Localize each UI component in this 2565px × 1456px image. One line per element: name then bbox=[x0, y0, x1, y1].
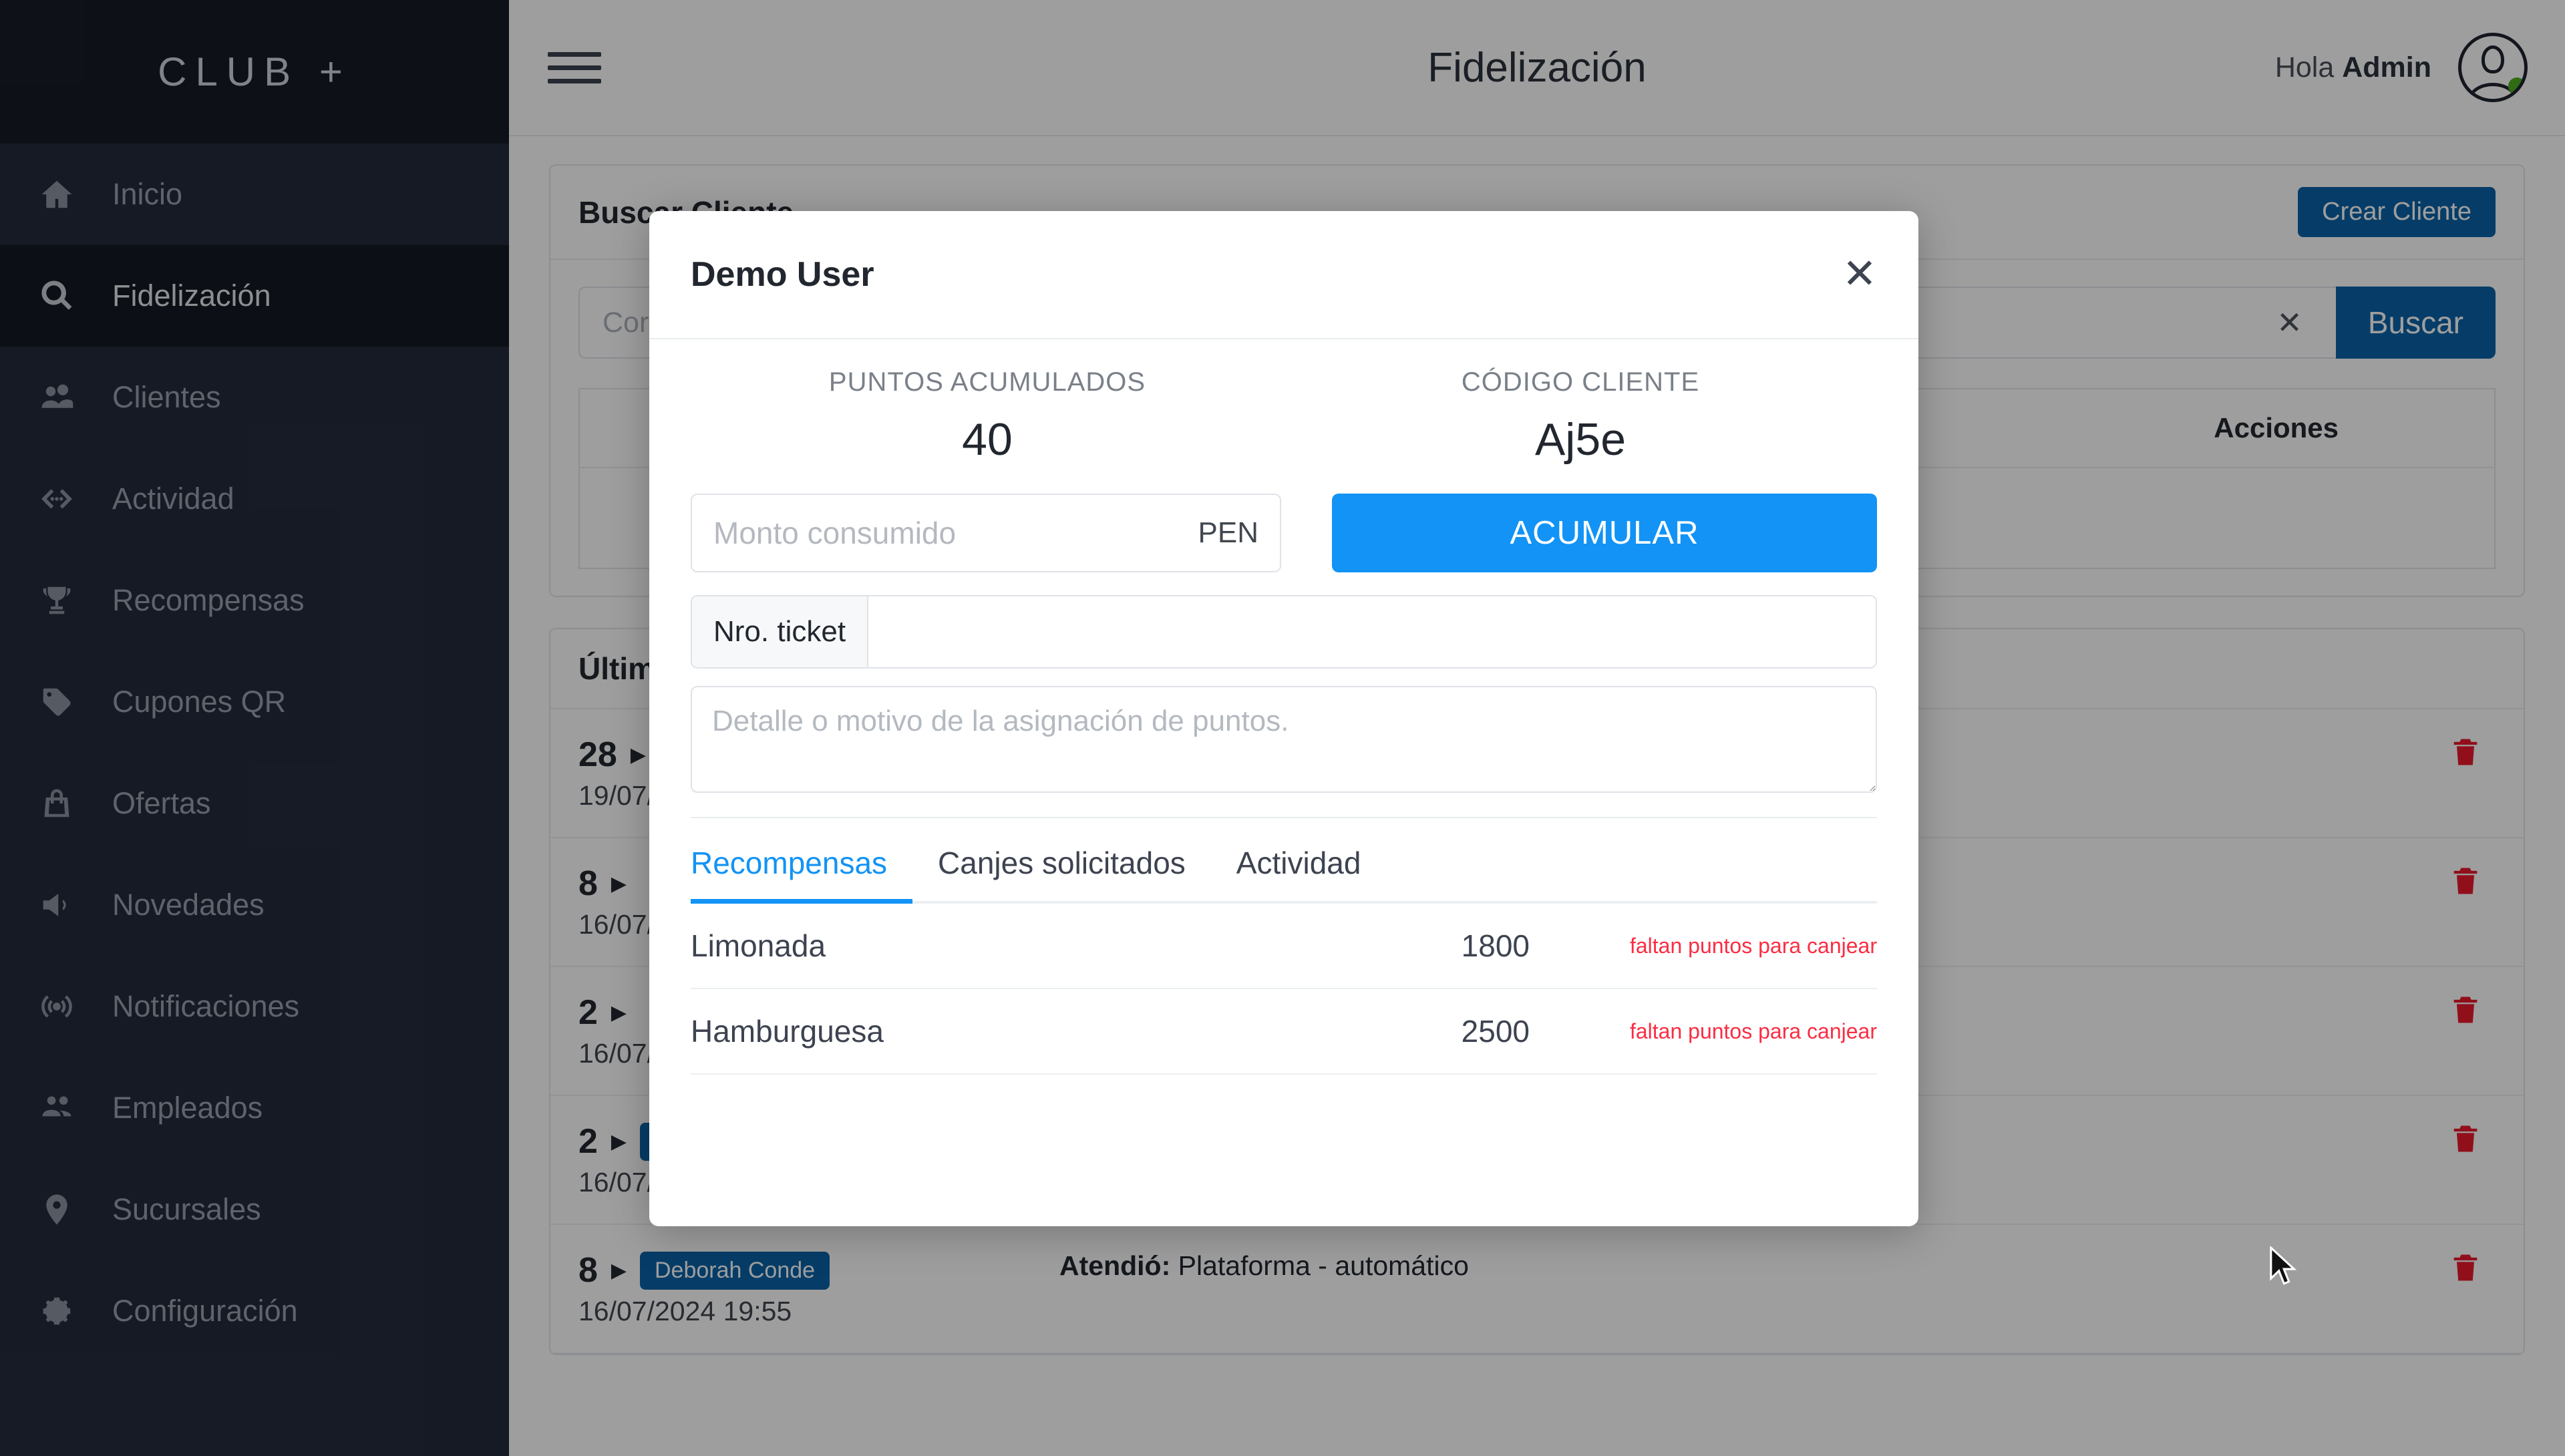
app-root: CLUB + Inicio Fidelización Clientes Acti… bbox=[0, 0, 2565, 1456]
tab-actividad[interactable]: Actividad bbox=[1211, 845, 1387, 901]
client-detail-modal: Demo User ✕ PUNTOS ACUMULADOS 40 CÓDIGO … bbox=[649, 211, 1918, 1226]
rewards-list: Limonada 1800 faltan puntos para canjear… bbox=[691, 904, 1877, 1075]
reward-points: 2500 bbox=[1461, 1014, 1530, 1049]
ticket-input[interactable] bbox=[868, 596, 1876, 667]
tab-recompensas[interactable]: Recompensas bbox=[691, 845, 913, 904]
amount-input[interactable] bbox=[713, 515, 1185, 551]
detail-textarea[interactable] bbox=[691, 686, 1877, 793]
table-row[interactable]: Hamburguesa 2500 faltan puntos para canj… bbox=[691, 989, 1877, 1075]
reward-status: faltan puntos para canjear bbox=[1629, 1019, 1877, 1043]
ticket-row: Nro. ticket bbox=[691, 595, 1877, 669]
modal-header: Demo User ✕ bbox=[649, 211, 1918, 339]
modal-tabs: Recompensas Canjes solicitados Actividad bbox=[691, 817, 1877, 904]
stat-codigo-cliente: CÓDIGO CLIENTE Aj5e bbox=[1284, 367, 1877, 466]
close-icon[interactable]: ✕ bbox=[1842, 254, 1877, 295]
modal-title: Demo User bbox=[691, 255, 874, 294]
tab-canjes-solicitados[interactable]: Canjes solicitados bbox=[912, 845, 1211, 901]
amount-input-wrapper[interactable]: PEN bbox=[691, 494, 1281, 572]
currency-label: PEN bbox=[1198, 516, 1258, 549]
stats-row: PUNTOS ACUMULADOS 40 CÓDIGO CLIENTE Aj5e bbox=[691, 367, 1877, 466]
stat-label: PUNTOS ACUMULADOS bbox=[828, 367, 1146, 397]
reward-points: 1800 bbox=[1461, 928, 1530, 963]
table-row[interactable]: Limonada 1800 faltan puntos para canjear bbox=[691, 904, 1877, 989]
reward-name: Limonada bbox=[691, 928, 826, 963]
stat-puntos-acumulados: PUNTOS ACUMULADOS 40 bbox=[691, 367, 1284, 466]
stat-label: CÓDIGO CLIENTE bbox=[1461, 367, 1700, 397]
ticket-label: Nro. ticket bbox=[692, 596, 869, 667]
reward-status: faltan puntos para canjear bbox=[1629, 933, 1877, 958]
modal-body: PUNTOS ACUMULADOS 40 CÓDIGO CLIENTE Aj5e… bbox=[649, 339, 1918, 1226]
accumulate-row: PEN ACUMULAR bbox=[691, 494, 1877, 572]
accumulate-button[interactable]: ACUMULAR bbox=[1332, 494, 1877, 572]
reward-name: Hamburguesa bbox=[691, 1014, 884, 1049]
stat-value: 40 bbox=[962, 414, 1013, 465]
stat-value: Aj5e bbox=[1534, 414, 1627, 465]
